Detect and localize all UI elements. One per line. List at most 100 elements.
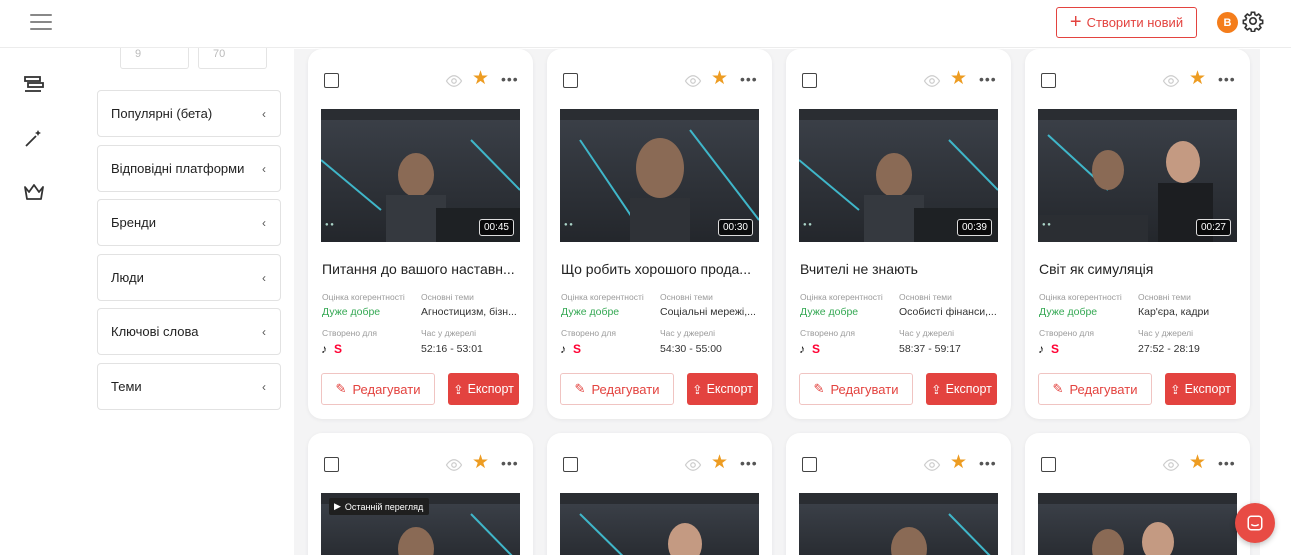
- video-thumbnail[interactable]: [799, 493, 998, 555]
- clip-card[interactable]: ★ ••• ● ● 00:30 Що робить хорошого прода…: [547, 49, 772, 419]
- share-icon: ⇪: [692, 382, 703, 397]
- more-icon[interactable]: •••: [501, 456, 519, 470]
- chevron-left-icon: ‹: [262, 324, 266, 339]
- star-icon[interactable]: ★: [1189, 453, 1206, 472]
- created-for-label: Створено для: [1039, 328, 1094, 338]
- clip-title[interactable]: Вчителі не знають: [800, 261, 1000, 277]
- source-time-label: Час у джерелі: [421, 328, 477, 338]
- star-icon[interactable]: ★: [950, 69, 967, 88]
- export-button[interactable]: ⇪ Експорт: [687, 373, 758, 405]
- coherence-label: Оцінка когерентності: [561, 292, 644, 302]
- clip-card[interactable]: ★ ••• ● ● 00:27 Світ як симуляція Оцінка…: [1025, 49, 1250, 419]
- star-icon[interactable]: ★: [950, 453, 967, 472]
- video-thumbnail[interactable]: [560, 493, 759, 555]
- tiktok-icon: ♪: [799, 342, 805, 356]
- more-icon[interactable]: •••: [1218, 72, 1236, 86]
- more-icon[interactable]: •••: [979, 72, 997, 86]
- star-icon[interactable]: ★: [711, 69, 728, 88]
- edit-button[interactable]: ✎ Редагувати: [1038, 373, 1152, 405]
- avatar[interactable]: В: [1217, 12, 1238, 33]
- edit-label: Редагувати: [591, 381, 660, 397]
- video-thumbnail[interactable]: ● ● 00:30: [560, 109, 759, 242]
- clip-card[interactable]: ★ ••• ● ● 00:39 Вчителі не знають Оцінка…: [786, 49, 1011, 419]
- more-icon[interactable]: •••: [740, 456, 758, 470]
- clip-card[interactable]: ★ •••: [1025, 433, 1250, 555]
- select-checkbox[interactable]: [802, 73, 817, 88]
- clip-card[interactable]: ★ •••: [786, 433, 1011, 555]
- edit-label: Редагувати: [1069, 381, 1138, 397]
- filter-topics[interactable]: Теми ‹: [97, 363, 281, 410]
- select-checkbox[interactable]: [324, 457, 339, 472]
- edit-label: Редагувати: [352, 381, 421, 397]
- topics-value: Агностицизм, бізн...: [421, 306, 517, 318]
- select-checkbox[interactable]: [563, 457, 578, 472]
- magic-wand-icon[interactable]: [22, 126, 46, 150]
- eye-icon[interactable]: [445, 72, 463, 90]
- chat-button[interactable]: [1235, 503, 1275, 543]
- edit-button[interactable]: ✎ Редагувати: [560, 373, 674, 405]
- create-new-button[interactable]: + Створити новий: [1056, 7, 1197, 38]
- create-new-label: Створити новий: [1086, 15, 1184, 30]
- gear-icon[interactable]: [1242, 10, 1264, 32]
- star-icon[interactable]: ★: [711, 453, 728, 472]
- duration-badge: 00:30: [717, 219, 753, 236]
- last-viewed-badge: ▶ Останній перегляд: [329, 498, 430, 515]
- eye-icon[interactable]: [1162, 456, 1180, 474]
- filter-platforms[interactable]: Відповідні платформи ‹: [97, 145, 281, 192]
- video-thumbnail[interactable]: ● ● 00:45: [321, 109, 520, 242]
- video-thumbnail[interactable]: ● ● 00:27: [1038, 109, 1237, 242]
- source-time-label: Час у джерелі: [899, 328, 955, 338]
- video-thumbnail[interactable]: ● ● 00:39: [799, 109, 998, 242]
- select-checkbox[interactable]: [324, 73, 339, 88]
- tiktok-icon: ♪: [1038, 342, 1044, 356]
- export-button[interactable]: ⇪ Експорт: [1165, 373, 1236, 405]
- filter-keywords[interactable]: Ключові слова ‹: [97, 308, 281, 355]
- clip-title[interactable]: Питання до вашого наставн...: [322, 261, 522, 277]
- youtube-shorts-icon: S: [573, 342, 582, 356]
- select-checkbox[interactable]: [563, 73, 578, 88]
- clip-title[interactable]: Що робить хорошого прода...: [561, 261, 761, 277]
- star-icon[interactable]: ★: [472, 453, 489, 472]
- clip-card[interactable]: ★ •••: [547, 433, 772, 555]
- eye-icon[interactable]: [684, 456, 702, 474]
- topics-label: Основні теми: [899, 292, 952, 302]
- pencil-icon: ✎: [1052, 381, 1064, 396]
- video-thumbnail[interactable]: ▶ Останній перегляд: [321, 493, 520, 555]
- range-max-input[interactable]: 70: [198, 48, 267, 69]
- more-icon[interactable]: •••: [1218, 456, 1236, 470]
- select-checkbox[interactable]: [802, 457, 817, 472]
- more-icon[interactable]: •••: [740, 72, 758, 86]
- duration-badge: 00:39: [956, 219, 992, 236]
- filter-label: Відповідні платформи: [111, 161, 245, 176]
- eye-icon[interactable]: [684, 72, 702, 90]
- eye-icon[interactable]: [923, 456, 941, 474]
- share-icon: ⇪: [931, 382, 942, 397]
- export-button[interactable]: ⇪ Експорт: [448, 373, 519, 405]
- star-icon[interactable]: ★: [1189, 69, 1206, 88]
- menu-icon[interactable]: [30, 14, 52, 32]
- select-checkbox[interactable]: [1041, 73, 1056, 88]
- range-min-input[interactable]: 9: [120, 48, 189, 69]
- more-icon[interactable]: •••: [979, 456, 997, 470]
- eye-icon[interactable]: [445, 456, 463, 474]
- duration-badge: 00:45: [478, 219, 514, 236]
- export-button[interactable]: ⇪ Експорт: [926, 373, 997, 405]
- clip-card[interactable]: ★ ••• ● ● 00:45 Питання до вашого настав…: [308, 49, 533, 419]
- filter-popular[interactable]: Популярні (бета) ‹: [97, 90, 281, 137]
- eye-icon[interactable]: [923, 72, 941, 90]
- platform-icons: ♪ S: [799, 342, 820, 356]
- crown-icon[interactable]: [22, 180, 46, 204]
- eye-icon[interactable]: [1162, 72, 1180, 90]
- platform-icons: ♪ S: [560, 342, 581, 356]
- star-icon[interactable]: ★: [472, 69, 489, 88]
- edit-button[interactable]: ✎ Редагувати: [321, 373, 435, 405]
- filter-people[interactable]: Люди ‹: [97, 254, 281, 301]
- more-icon[interactable]: •••: [501, 72, 519, 86]
- clip-title[interactable]: Світ як симуляція: [1039, 261, 1239, 277]
- filter-brands[interactable]: Бренди ‹: [97, 199, 281, 246]
- clip-card[interactable]: ★ ••• ▶ Останній перегляд: [308, 433, 533, 555]
- edit-button[interactable]: ✎ Редагувати: [799, 373, 913, 405]
- select-checkbox[interactable]: [1041, 457, 1056, 472]
- video-thumbnail[interactable]: [1038, 493, 1237, 555]
- library-icon[interactable]: [22, 72, 46, 96]
